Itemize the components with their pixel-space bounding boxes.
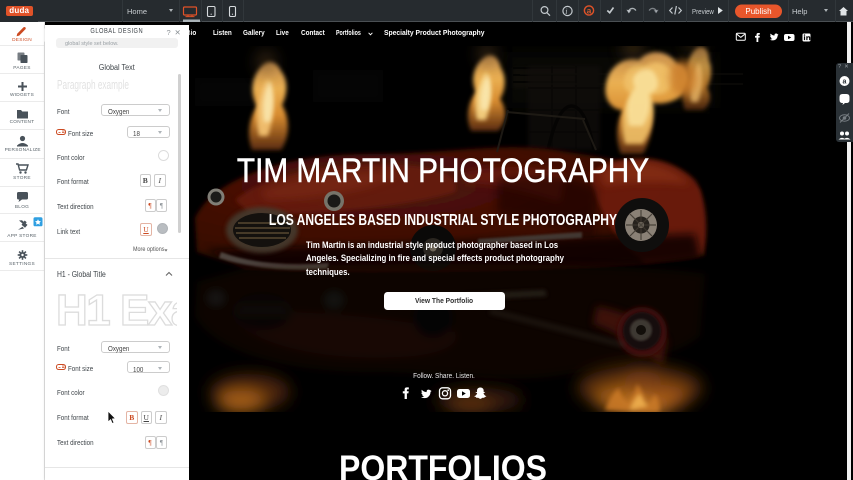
svg-text:a: a bbox=[587, 5, 592, 15]
svg-text:Publish: Publish bbox=[745, 7, 771, 16]
svg-text:i: i bbox=[565, 7, 567, 16]
svg-text:a: a bbox=[843, 79, 847, 86]
